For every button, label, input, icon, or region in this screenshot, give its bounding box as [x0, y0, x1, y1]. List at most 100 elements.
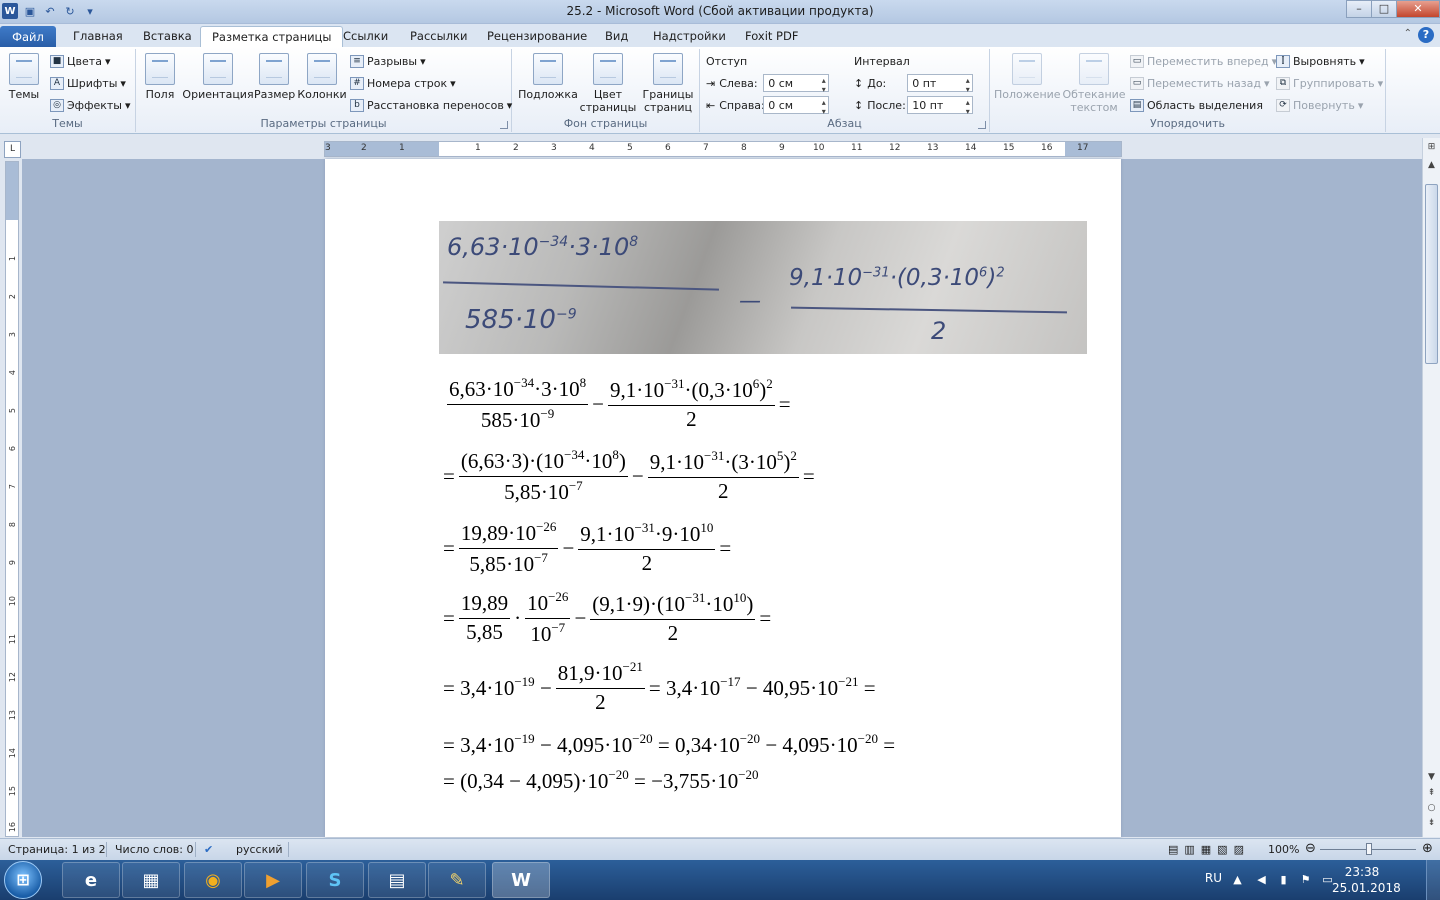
spacing-before-input[interactable]: 0 пт	[907, 74, 974, 94]
colors-button[interactable]: ■ Цвета ▾	[50, 55, 110, 68]
skype-icon[interactable]: S	[306, 862, 364, 898]
document-page[interactable]: 6,63·10−34·3·108 585·10−9 — 9,1·10−31·(0…	[325, 159, 1121, 837]
operator: =	[443, 605, 455, 630]
minimize-button[interactable]: –	[1346, 0, 1372, 18]
input-language[interactable]: RU	[1205, 871, 1222, 885]
size-button[interactable]: Размер	[254, 53, 295, 101]
columns-label: Колонки	[297, 88, 347, 101]
folder-icon[interactable]: ▦	[122, 862, 180, 898]
ruler-tick: 17	[1077, 143, 1089, 153]
view-buttons-icon[interactable]: ▤▥▦▧▨	[1168, 843, 1250, 856]
paint-icon[interactable]: ✎	[428, 862, 486, 898]
word-icon[interactable]: W	[492, 862, 550, 898]
tab-addins[interactable]: Надстройки	[642, 26, 737, 47]
vertical-scrollbar[interactable]: ⊞ ▲ ▼ ⇞ ○ ⇟	[1422, 138, 1440, 837]
language-indicator[interactable]: русский	[236, 843, 283, 856]
page-borders-icon	[653, 53, 683, 85]
vertical-ruler[interactable]: 1 2 3 4 5 6 7 8 9 10 11 12 13 14 15 16	[5, 161, 19, 837]
expression: = (0,34 − 4,095)·10−20 = −3,755·10−20	[443, 767, 759, 793]
numerator: 9,1·10−31·(3·105)2	[647, 448, 799, 478]
wrap-text-button[interactable]: Обтекание текстом	[1062, 53, 1126, 114]
tab-mailings[interactable]: Рассылки	[399, 26, 478, 47]
watermark-button[interactable]: Подложка	[516, 53, 580, 101]
minimize-ribbon-icon[interactable]: ⌃	[1404, 28, 1412, 39]
spacing-before-label: До:	[867, 76, 887, 90]
indent-left-input[interactable]: 0 см	[763, 74, 830, 94]
indent-right-input[interactable]: 0 см	[763, 96, 830, 116]
ruler-tick: 13	[8, 710, 17, 721]
zoom-in-icon[interactable]: ⊕	[1422, 841, 1433, 856]
colors-label: Цвета	[67, 55, 102, 68]
position-button[interactable]: Положение	[994, 53, 1061, 101]
volume-icon[interactable]: ◀	[1255, 873, 1268, 886]
show-hidden-icons-icon[interactable]: ▲	[1231, 873, 1244, 886]
start-button[interactable]: ⊞	[4, 861, 42, 899]
action-center-icon[interactable]: ⚑	[1299, 873, 1312, 886]
orientation-button[interactable]: Ориентация	[182, 53, 254, 101]
zoom-out-icon[interactable]: ⊖	[1305, 841, 1316, 856]
clock-time: 23:38	[1344, 865, 1380, 879]
network-icon[interactable]: ▮	[1277, 873, 1290, 886]
maximize-button[interactable]: □	[1371, 0, 1397, 18]
tab-review[interactable]: Рецензирование	[476, 26, 598, 47]
calculator-icon[interactable]: ▤	[368, 862, 426, 898]
taskbar: ⊞ e ▦ ◉ ▶ S ▤ ✎ W RU ▲ ◀ ▮ ⚑ ▭ 23:38 25.…	[0, 860, 1440, 900]
expression: = 3,4·10−19 − 4,095·10−20 = 0,34·10−20 −…	[443, 731, 896, 757]
clock[interactable]: 23:38 25.01.2018	[1332, 864, 1401, 896]
ie-icon[interactable]: e	[62, 862, 120, 898]
page-color-button[interactable]: Цвет страницы	[578, 53, 638, 114]
close-button[interactable]: ✕	[1396, 0, 1440, 18]
page-setup-launcher-icon[interactable]	[500, 121, 508, 129]
operator: =	[778, 391, 791, 416]
line-numbers-button[interactable]: # Номера строк ▾	[350, 77, 456, 90]
zoom-slider-thumb[interactable]	[1366, 843, 1372, 855]
themes-button[interactable]: Темы	[6, 53, 42, 101]
handwritten-photo[interactable]: 6,63·10−34·3·108 585·10−9 — 9,1·10−31·(0…	[439, 221, 1087, 354]
browse-object-icon[interactable]: ○	[1425, 803, 1438, 813]
ruler-tick: 16	[1041, 143, 1053, 153]
next-page-icon[interactable]: ⇟	[1425, 818, 1438, 828]
numerator: 19,89·10−26	[458, 519, 559, 549]
word-count[interactable]: Число слов: 0	[115, 843, 194, 856]
media-player-icon[interactable]: ▶	[244, 862, 302, 898]
paragraph-launcher-icon[interactable]	[978, 121, 986, 129]
page-borders-button[interactable]: Границы страниц	[640, 53, 696, 114]
breaks-button[interactable]: ≡ Разрывы ▾	[350, 55, 426, 68]
ruler-tick: 11	[851, 143, 863, 153]
tab-references[interactable]: Ссылки	[332, 26, 399, 47]
tab-file[interactable]: Файл	[0, 26, 56, 47]
selection-pane-button[interactable]: ▤ Область выделения	[1130, 99, 1263, 112]
hyphenation-button[interactable]: b Расстановка переносов ▾	[350, 99, 512, 112]
group-objects-icon: ⧉	[1276, 77, 1290, 90]
tab-foxit-pdf[interactable]: Foxit PDF	[734, 26, 809, 47]
ruler-tick: 14	[8, 748, 17, 759]
rotate-button[interactable]: ⟳ Повернуть ▾	[1276, 99, 1363, 112]
fonts-button[interactable]: A Шрифты ▾	[50, 77, 126, 90]
horizontal-ruler[interactable]: 3 2 1 1 2 3 4 5 6 7 8 9 10 11 12 13 14 1…	[324, 141, 1122, 157]
zoom-level[interactable]: 100%	[1268, 843, 1299, 856]
show-desktop-button[interactable]	[1426, 860, 1440, 900]
tab-insert[interactable]: Вставка	[132, 26, 203, 47]
prev-page-icon[interactable]: ⇞	[1425, 788, 1438, 798]
margins-button[interactable]: Поля	[142, 53, 178, 101]
tab-view[interactable]: Вид	[594, 26, 639, 47]
bring-forward-button[interactable]: ▭ Переместить вперед ▾	[1130, 55, 1277, 68]
send-backward-button[interactable]: ▭ Переместить назад ▾	[1130, 77, 1270, 90]
effects-button[interactable]: ◎ Эффекты ▾	[50, 99, 131, 112]
scroll-up-icon[interactable]: ▲	[1425, 160, 1438, 170]
columns-button[interactable]: Колонки	[296, 53, 348, 101]
tab-selector-button[interactable]: L	[4, 141, 21, 158]
page-count[interactable]: Страница: 1 из 2	[8, 843, 106, 856]
group-objects-button[interactable]: ⧉ Группировать ▾	[1276, 77, 1383, 90]
scrollbar-thumb[interactable]	[1425, 184, 1438, 364]
scroll-down-icon[interactable]: ▼	[1425, 772, 1438, 782]
tab-page-layout[interactable]: Разметка страницы	[200, 26, 344, 47]
photo-text: )	[987, 265, 997, 291]
spacing-after-input[interactable]: 10 пт	[907, 96, 974, 116]
tab-home[interactable]: Главная	[62, 26, 134, 47]
help-icon[interactable]: ?	[1418, 27, 1434, 43]
align-button[interactable]: ⫿ Выровнять ▾	[1276, 55, 1365, 68]
view-ruler-icon[interactable]: ⊞	[1425, 142, 1438, 152]
proofing-icon[interactable]: ✔	[204, 843, 213, 856]
chrome-icon[interactable]: ◉	[184, 862, 242, 898]
